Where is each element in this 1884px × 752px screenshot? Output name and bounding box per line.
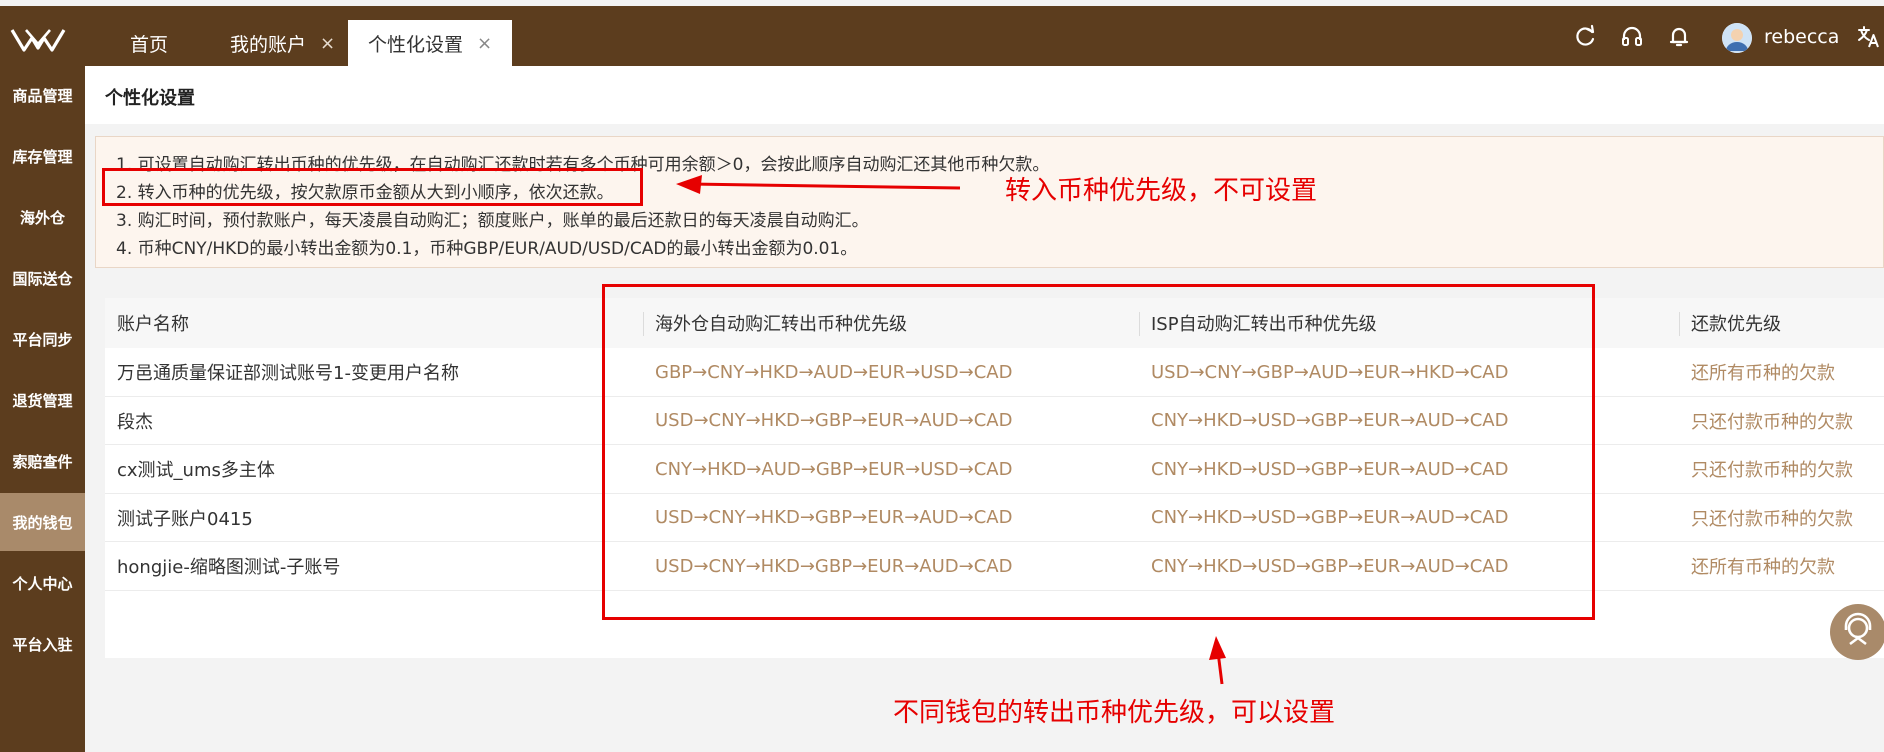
annotation-arrowhead — [1209, 636, 1226, 660]
annotation-arrows — [676, 175, 1226, 685]
customer-service-icon — [1844, 612, 1872, 646]
customer-service-button[interactable] — [1830, 604, 1884, 660]
annotation-arrowhead — [676, 175, 702, 194]
annotation-text-bottom: 不同钱包的转出币种优先级，可以设置 — [893, 698, 1336, 728]
annotation-text-top: 转入币种优先级，不可设置 — [1005, 176, 1318, 206]
annotation-arrow-line — [689, 182, 961, 190]
